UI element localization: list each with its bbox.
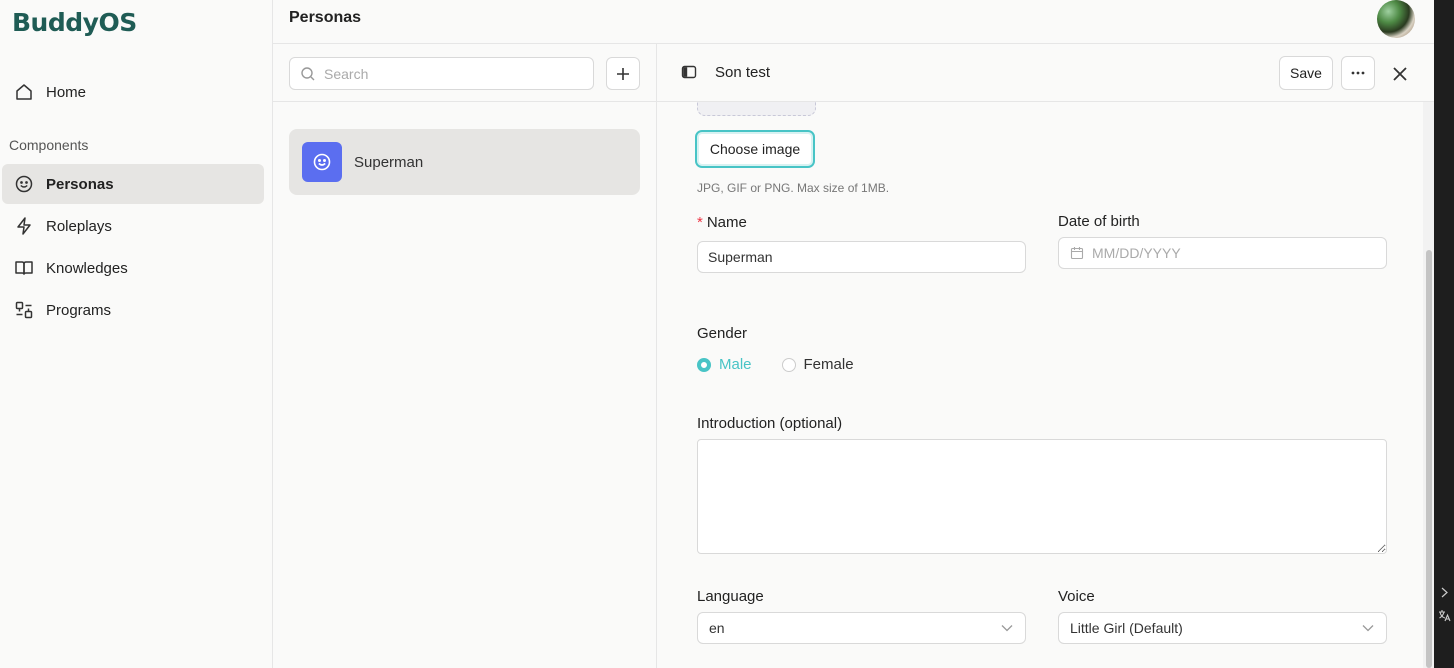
search-input[interactable] [324,65,584,82]
intro-label: Introduction (optional) [697,415,843,432]
language-select[interactable]: en [697,612,1026,644]
calendar-icon [1070,246,1084,260]
language-label: Language [697,588,764,605]
avatar[interactable] [1377,0,1415,38]
detail-header: Son test Save [657,44,1434,102]
radio-dot [697,357,711,372]
sidebar-item-home[interactable]: Home [2,72,264,112]
persona-list-panel: Superman [273,44,657,668]
image-hint: JPG, GIF or PNG. Max size of 1MB. [697,181,890,195]
scrollbar-thumb[interactable] [1426,250,1432,668]
sidebar-item-label: Knowledges [46,259,128,277]
persona-detail-panel: Son test Save Choose image JPG, GIF or P… [657,44,1434,668]
search-box[interactable] [289,57,594,90]
persona-avatar-icon [302,142,342,182]
radio-label: Female [803,356,854,373]
list-item[interactable]: Superman [289,129,640,195]
dob-input[interactable] [1092,245,1372,261]
close-button[interactable] [1389,63,1411,85]
app-logo[interactable]: BuddyOS [12,8,137,37]
radio-dot [781,357,796,372]
dob-label: Date of birth [1058,213,1140,230]
sidebar-item-label: Home [46,83,87,101]
plus-icon [615,66,631,82]
gender-radio-group: Male Female [697,356,884,373]
search-icon [300,66,316,82]
list-header [273,44,657,102]
panel-toggle-icon[interactable] [681,64,699,82]
sidebar-item-programs[interactable]: Programs [2,290,264,330]
book-icon [14,258,34,278]
side-panel-edge [1434,0,1454,668]
voice-value: Little Girl (Default) [1070,620,1183,636]
sidebar-item-knowledges[interactable]: Knowledges [2,248,264,288]
gender-label: Gender [697,325,748,342]
required-marker: * [697,214,703,231]
program-icon [14,300,34,320]
language-value: en [709,620,725,636]
name-label-text: Name [706,214,747,231]
gender-radio-female[interactable]: Female [781,356,854,373]
name-label: * Name [697,214,747,231]
sidebar-item-label: Roleplays [46,217,112,235]
gender-radio-male[interactable]: Male [697,356,752,373]
name-field[interactable] [697,241,1026,273]
radio-label: Male [719,356,752,373]
voice-select[interactable]: Little Girl (Default) [1058,612,1387,644]
home-icon [14,82,34,102]
add-persona-button[interactable] [606,57,640,90]
dob-field[interactable] [1058,237,1387,269]
sidebar-item-personas[interactable]: Personas [2,164,264,204]
ellipsis-icon [1351,71,1365,75]
save-button[interactable]: Save [1279,56,1333,90]
sidebar-item-label: Personas [46,175,114,193]
close-icon [1391,65,1409,83]
page-title: Personas [289,9,362,26]
persona-name: Superman [354,153,424,171]
chevron-down-icon [1001,624,1013,632]
translate-icon[interactable] [1438,609,1451,622]
choose-image-button[interactable]: Choose image [695,130,815,168]
sidebar-item-roleplays[interactable]: Roleplays [2,206,264,246]
chevron-down-icon [1362,624,1374,632]
detail-title: Son test [715,64,771,81]
bolt-icon [14,216,34,236]
chevron-right-icon[interactable] [1438,586,1451,599]
sidebar-section-label: Components [9,137,89,153]
voice-label: Voice [1058,588,1095,605]
sidebar: BuddyOS Home Components Personas Rolepla… [0,0,273,668]
more-options-button[interactable] [1341,56,1375,90]
top-bar: Personas [273,0,1434,44]
sidebar-item-label: Programs [46,301,112,319]
introduction-field[interactable] [697,439,1387,554]
smile-icon [14,174,34,194]
